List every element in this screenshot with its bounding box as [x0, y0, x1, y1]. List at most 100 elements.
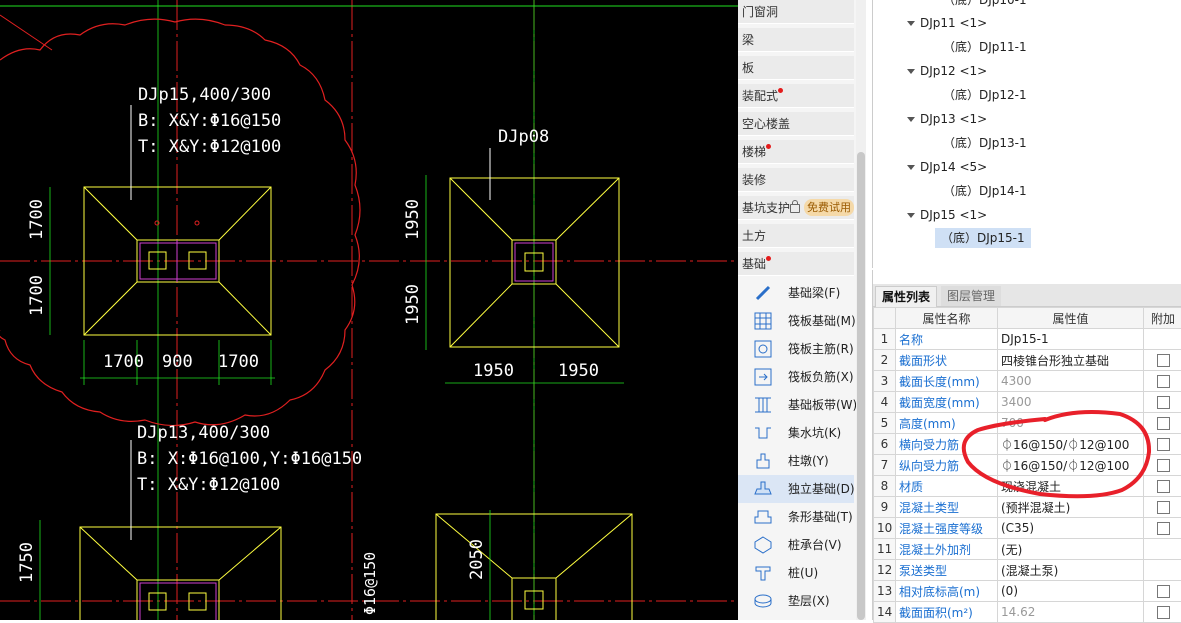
table-row[interactable]: 5高度(mm)700 — [874, 413, 1181, 434]
table-row[interactable]: 2截面形状四棱锥台形独立基础 — [874, 350, 1181, 371]
extra-checkbox[interactable] — [1157, 396, 1170, 409]
property-value[interactable]: 700 — [998, 413, 1144, 434]
subitem-cushion[interactable]: 垫层(X) — [738, 587, 854, 615]
tree-node-djp11[interactable]: DJp11 <1> — [907, 13, 987, 33]
property-name[interactable]: 混凝土外加剂 — [896, 539, 998, 560]
property-name[interactable]: 混凝土强度等级 — [896, 518, 998, 539]
property-value[interactable]: (预拌混凝土) — [998, 497, 1144, 518]
tab-layer-management[interactable]: 图层管理 — [941, 286, 1001, 306]
property-value[interactable]: ⏀16@150/⏀12@100 — [998, 434, 1144, 455]
property-name[interactable]: 截面宽度(mm) — [896, 392, 998, 413]
tree-node-djp13[interactable]: DJp13 <1> — [907, 109, 987, 129]
subitem-raft-negative-rebar[interactable]: 筏板负筋(X) — [738, 363, 854, 391]
tab-property-list[interactable]: 属性列表 — [875, 286, 937, 307]
tree-node-djp12[interactable]: DJp12 <1> — [907, 61, 987, 81]
table-row[interactable]: 7纵向受力筋⏀16@150/⏀12@100 — [874, 455, 1181, 476]
subitem-pile[interactable]: 桩(U) — [738, 559, 854, 587]
property-name[interactable]: 泵送类型 — [896, 560, 998, 581]
property-value[interactable]: ⏀16@150/⏀12@100 — [998, 455, 1144, 476]
table-row[interactable]: 1名称DJp15-1 — [874, 329, 1181, 350]
subitem-foundation-beam[interactable]: 基础梁(F) — [738, 279, 854, 307]
extra-checkbox[interactable] — [1157, 375, 1170, 388]
category-stair[interactable]: 楼梯 — [738, 140, 854, 164]
expand-triangle-icon[interactable] — [907, 213, 915, 218]
free-trial-badge[interactable]: 免费试用 — [804, 199, 854, 216]
footing-djp13[interactable] — [80, 527, 281, 620]
property-name[interactable]: 混凝土类型 — [896, 497, 998, 518]
table-row[interactable]: 4截面宽度(mm)3400 — [874, 392, 1181, 413]
subitem-raft-foundation[interactable]: 筏板基础(M) — [738, 307, 854, 335]
extra-checkbox[interactable] — [1157, 606, 1170, 619]
table-row[interactable]: 10混凝土强度等级(C35) — [874, 518, 1181, 539]
subitem-strip-footing[interactable]: 条形基础(T) — [738, 503, 854, 531]
property-value[interactable]: 四棱锥台形独立基础 — [998, 350, 1144, 371]
property-name[interactable]: 相对底标高(m) — [896, 581, 998, 602]
cad-text-djp08-title[interactable]: DJp08 — [498, 127, 549, 147]
property-name[interactable]: 截面长度(mm) — [896, 371, 998, 392]
table-row[interactable]: 14截面面积(m²)14.62 — [874, 602, 1181, 623]
property-name[interactable]: 名称 — [896, 329, 998, 350]
property-value[interactable]: 14.62 — [998, 602, 1144, 623]
tree-node-djp14[interactable]: DJp14 <5> — [907, 157, 987, 177]
subitem-column-pier[interactable]: 柱墩(Y) — [738, 447, 854, 475]
category-foundation[interactable]: 基础 — [738, 252, 854, 276]
subitem-foundation-strip-band[interactable]: 基础板带(W) — [738, 391, 854, 419]
property-value[interactable]: (C35) — [998, 518, 1144, 539]
category-beam[interactable]: 梁 — [738, 28, 854, 52]
cad-text-djp15-title[interactable]: DJp15,400/300 — [138, 85, 271, 105]
expand-triangle-icon[interactable] — [907, 69, 915, 74]
property-name[interactable]: 截面面积(m²) — [896, 602, 998, 623]
cad-text-djp13-title[interactable]: DJp13,400/300 — [137, 423, 270, 443]
extra-checkbox[interactable] — [1157, 459, 1170, 472]
tree-node-djp12-1[interactable]: （底）DJp12-1 — [943, 85, 1027, 105]
category-slab[interactable]: 板 — [738, 56, 854, 80]
subitem-pile-cap[interactable]: 桩承台(V) — [738, 531, 854, 559]
category-hollow-floor[interactable]: 空心楼盖 — [738, 112, 854, 136]
property-name[interactable]: 横向受力筋 — [896, 434, 998, 455]
cad-text-djp13-b[interactable]: B: X:Φ16@100,Y:Φ16@150 — [137, 449, 362, 469]
property-name[interactable]: 纵向受力筋 — [896, 455, 998, 476]
table-row[interactable]: 9混凝土类型(预拌混凝土) — [874, 497, 1181, 518]
category-prefab[interactable]: 装配式 — [738, 84, 854, 108]
cad-text-djp15-t[interactable]: T: X&Y:Φ12@100 — [138, 137, 281, 157]
property-value[interactable]: 4300 — [998, 371, 1144, 392]
category-pit-support[interactable]: 基坑支护免费试用 — [738, 196, 854, 220]
expand-triangle-icon[interactable] — [907, 21, 915, 26]
tree-node-djp14-1[interactable]: （底）DJp14-1 — [943, 181, 1027, 201]
cad-text-djp13-t[interactable]: T: X&Y:Φ12@100 — [137, 475, 280, 495]
table-row[interactable]: 13相对底标高(m)(0) — [874, 581, 1181, 602]
cad-text-djp15-b[interactable]: B: X&Y:Φ16@150 — [138, 111, 281, 131]
table-row[interactable]: 12泵送类型(混凝土泵) — [874, 560, 1181, 581]
tree-node-djp13-1[interactable]: （底）DJp13-1 — [943, 133, 1027, 153]
extra-checkbox[interactable] — [1157, 480, 1170, 493]
property-value[interactable]: 现浇混凝土 — [998, 476, 1144, 497]
table-row[interactable]: 11混凝土外加剂(无) — [874, 539, 1181, 560]
tree-node-djp15[interactable]: DJp15 <1> — [907, 205, 987, 225]
extra-checkbox[interactable] — [1157, 585, 1170, 598]
extra-checkbox[interactable] — [1157, 501, 1170, 514]
category-door-window-opening[interactable]: 门窗洞 — [738, 0, 854, 24]
property-name[interactable]: 高度(mm) — [896, 413, 998, 434]
property-value[interactable]: (混凝土泵) — [998, 560, 1144, 581]
category-scrollbar-thumb[interactable] — [857, 152, 865, 620]
tree-node-djp11-1[interactable]: （底）DJp11-1 — [943, 37, 1027, 57]
category-earthwork[interactable]: 土方 — [738, 224, 854, 248]
table-row[interactable]: 6横向受力筋⏀16@150/⏀12@100 — [874, 434, 1181, 455]
extra-checkbox[interactable] — [1157, 354, 1170, 367]
property-value[interactable]: (0) — [998, 581, 1144, 602]
extra-checkbox[interactable] — [1157, 438, 1170, 451]
tree-node-djp10-1[interactable]: （底）DJp10-1 — [943, 0, 1027, 10]
property-name[interactable]: 截面形状 — [896, 350, 998, 371]
extra-checkbox[interactable] — [1157, 417, 1170, 430]
property-name[interactable]: 材质 — [896, 476, 998, 497]
subitem-sump-pit[interactable]: 集水坑(K) — [738, 419, 854, 447]
subitem-isolated-footing[interactable]: 独立基础(D) — [738, 475, 854, 503]
expand-triangle-icon[interactable] — [907, 165, 915, 170]
expand-triangle-icon[interactable] — [907, 117, 915, 122]
property-value[interactable]: 3400 — [998, 392, 1144, 413]
property-value[interactable]: (无) — [998, 539, 1144, 560]
tree-node-djp15-1[interactable]: （底）DJp15-1 — [935, 228, 1031, 248]
category-decoration[interactable]: 装修 — [738, 168, 854, 192]
table-row[interactable]: 3截面长度(mm)4300 — [874, 371, 1181, 392]
subitem-raft-main-rebar[interactable]: 筏板主筋(R) — [738, 335, 854, 363]
